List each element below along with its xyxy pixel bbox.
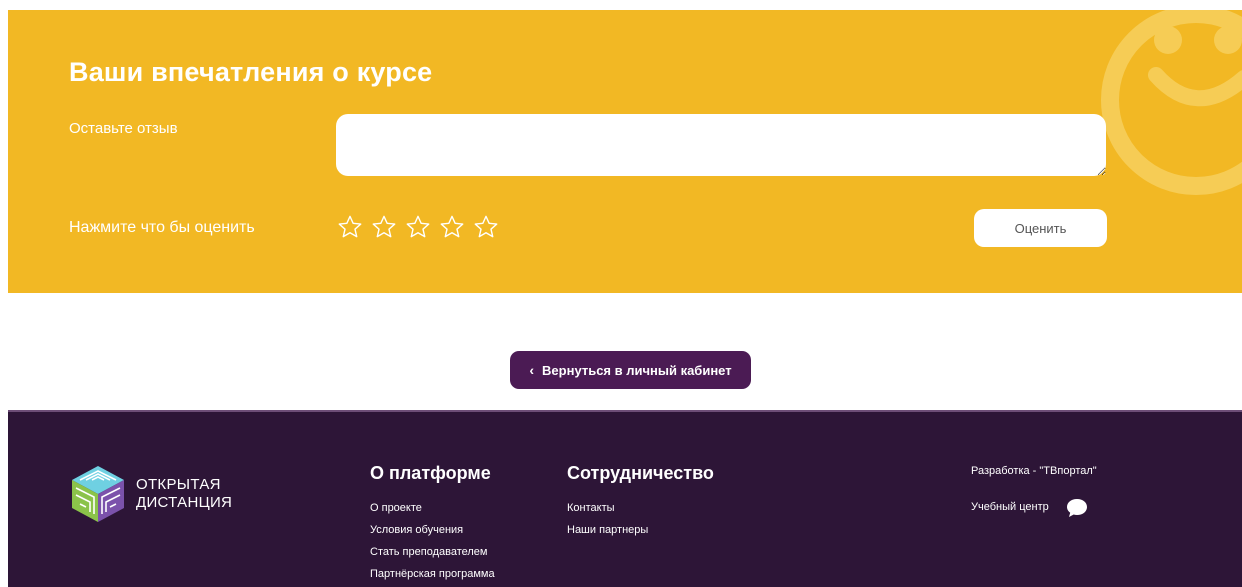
footer-link-about[interactable]: О проекте (370, 497, 495, 519)
star-icon[interactable] (405, 214, 431, 240)
back-to-cabinet-button[interactable]: ‹ Вернуться в личный кабинет (510, 351, 751, 389)
comment-input[interactable] (336, 114, 1106, 176)
logo-line-2: ДИСТАНЦИЯ (136, 494, 233, 511)
smiley-icon (1101, 10, 1242, 195)
chevron-left-icon: ‹ (529, 362, 535, 378)
footer-link-partners[interactable]: Наши партнеры (567, 519, 648, 541)
rate-button[interactable]: Оценить (974, 209, 1107, 247)
footer-link-terms[interactable]: Условия обучения (370, 519, 495, 541)
cooperation-links: Контакты Наши партнеры (567, 497, 648, 541)
star-icon[interactable] (439, 214, 465, 240)
logo-line-1: ОТКРЫТАЯ (136, 476, 221, 493)
footer-link-contacts[interactable]: Контакты (567, 497, 648, 519)
footer-link-partner-program[interactable]: Партнёрская программа (370, 563, 495, 585)
footer: ОТКРЫТАЯ ДИСТАНЦИЯ О платформе О проекте… (8, 410, 1242, 587)
comment-label: Оставьте отзыв (69, 120, 178, 137)
training-center-label: Учебный центр (971, 501, 1049, 513)
cooperation-heading: Сотрудничество (567, 463, 714, 483)
review-section: Ваши впечатления о курсе Оставьте отзыв … (8, 10, 1242, 293)
back-button-label: Вернуться в личный кабинет (542, 362, 732, 378)
platform-heading: О платформе (370, 463, 491, 483)
star-icon[interactable] (337, 214, 363, 240)
star-icon[interactable] (371, 214, 397, 240)
footer-link-become-teacher[interactable]: Стать преподавателем (370, 541, 495, 563)
developer-credit[interactable]: Разработка - "ТВпортал" (971, 465, 1097, 477)
chat-bubble-icon[interactable] (1066, 498, 1088, 518)
platform-links: О проекте Условия обучения Стать препода… (370, 497, 495, 585)
cube-logo-icon (72, 466, 124, 522)
logo-text: ОТКРЫТАЯ ДИСТАНЦИЯ (136, 476, 232, 512)
rating-label: Нажмите что бы оценить (69, 219, 255, 236)
rating-stars (337, 214, 499, 240)
star-icon[interactable] (473, 214, 499, 240)
review-title: Ваши впечатления о курсе (69, 57, 433, 87)
logo[interactable]: ОТКРЫТАЯ ДИСТАНЦИЯ (66, 462, 232, 526)
